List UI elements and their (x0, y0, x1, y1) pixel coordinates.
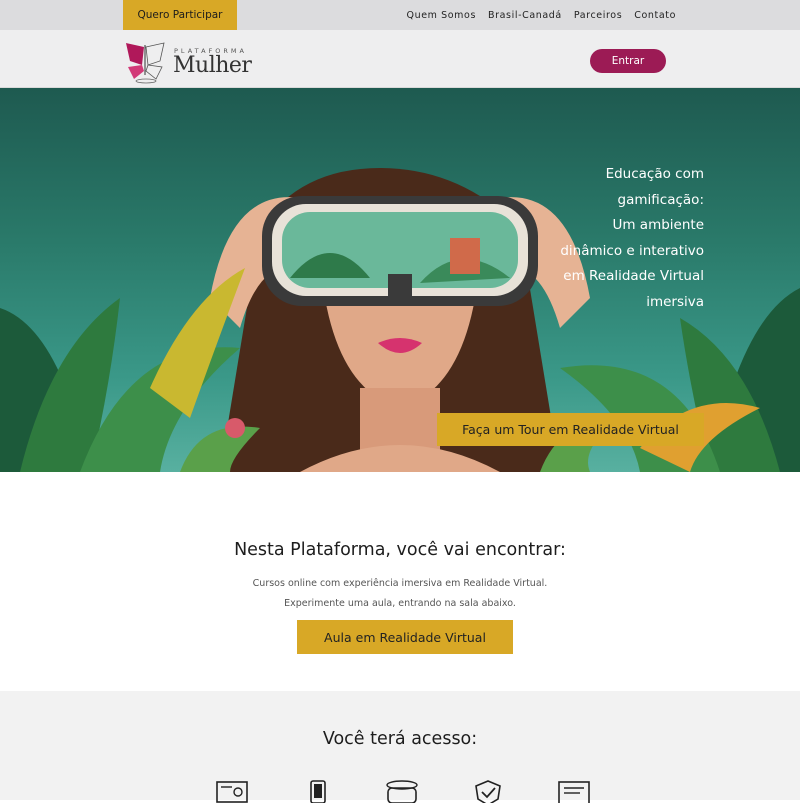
hero-line-2: gamificação: (617, 191, 704, 208)
butterfly-logo-icon (126, 42, 165, 84)
hero-line-1: Educação com (605, 166, 704, 182)
entrar-button[interactable]: Entrar (590, 49, 666, 73)
hero-line-6: imersiva (646, 293, 704, 310)
nav-contato[interactable]: Contato (634, 10, 676, 21)
nav-parceiros[interactable]: Parceiros (574, 10, 622, 21)
platform-desc-line-2: Experimente uma aula, entrando na sala a… (284, 598, 516, 609)
top-nav: Quem Somos Brasil-Canadá Parceiros Conta… (407, 0, 676, 30)
nav-quem-somos[interactable]: Quem Somos (407, 10, 476, 21)
aula-vr-button[interactable]: Aula em Realidade Virtual (297, 620, 513, 654)
platform-description: Cursos online com experiência imersiva e… (0, 574, 800, 614)
document-icon (558, 781, 590, 803)
hero-headline: Educação com gamificação: Um ambiente di… (504, 162, 704, 315)
access-title: Você terá acesso: (322, 729, 478, 749)
header: PLATAFORMA Mulher (0, 30, 800, 88)
hero-banner: Educação com gamificação: Um ambiente di… (0, 88, 800, 472)
site-logo[interactable]: PLATAFORMA Mulher (122, 41, 252, 85)
platform-desc-line-1: Cursos online com experiência imersiva e… (252, 578, 548, 589)
hero-line-4: dinâmico e interativo (560, 242, 704, 259)
platform-title: Nesta Plataforma, você vai encontrar: (234, 540, 566, 560)
vr-tour-button[interactable]: Faça um Tour em Realidade Virtual (437, 413, 704, 446)
quero-participar-button[interactable]: Quero Participar (123, 0, 237, 30)
access-section: Você terá acesso: (0, 691, 800, 803)
phone-icon (310, 780, 326, 803)
shield-check-icon (475, 780, 501, 803)
nav-brasil-canada[interactable]: Brasil-Canadá (488, 10, 562, 21)
hero-line-3: Um ambiente (612, 217, 704, 233)
certificate-icon (216, 781, 248, 803)
hero-line-5: em Realidade Virtual (563, 268, 704, 284)
logo-title: Mulher (173, 53, 252, 78)
top-utility-bar: Quero Participar Quem Somos Brasil-Canad… (0, 0, 800, 30)
platform-section: Nesta Plataforma, você vai encontrar: Cu… (0, 472, 800, 691)
vr-headset-icon (386, 780, 418, 803)
